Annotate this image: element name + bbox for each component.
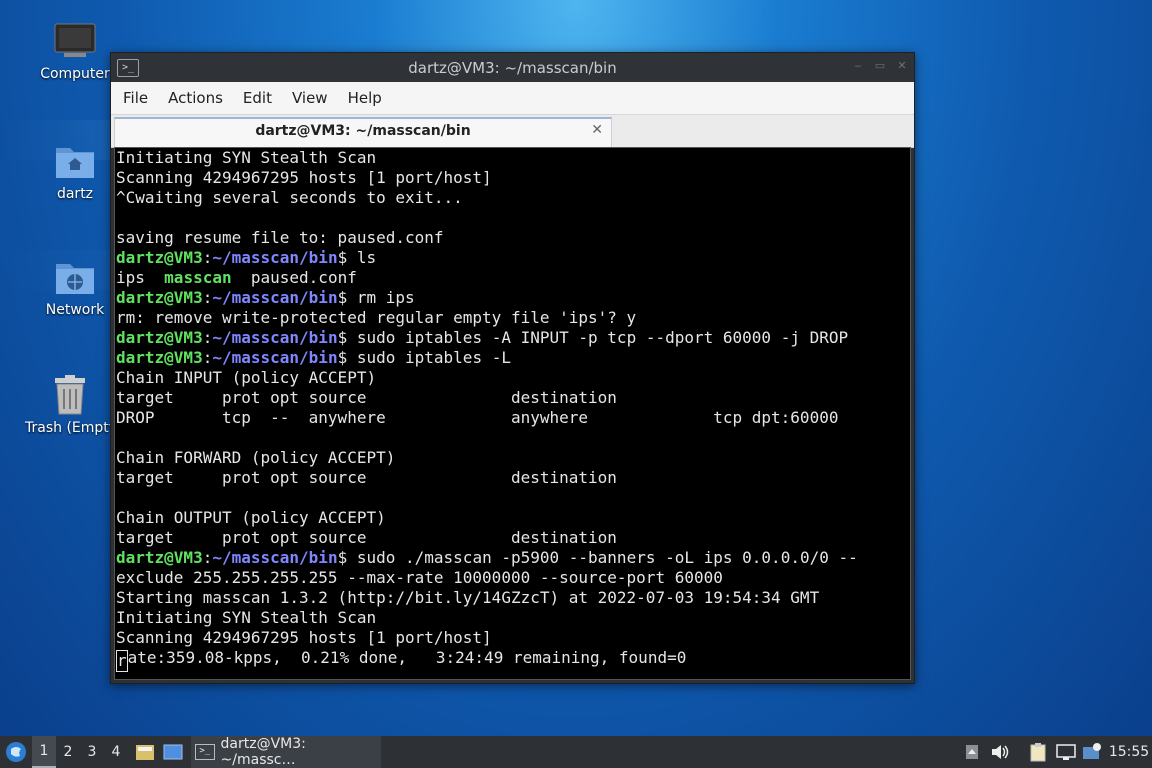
home-folder-icon — [54, 140, 96, 182]
progress-text: ate:359.08-kpps, 0.21% done, 3:24:49 rem… — [127, 648, 687, 667]
close-icon[interactable]: ✕ — [895, 59, 909, 73]
clock[interactable]: 15:55 — [1106, 736, 1152, 768]
network-status-icon[interactable] — [1054, 736, 1078, 768]
menu-actions[interactable]: Actions — [158, 89, 233, 107]
desktop-icon — [163, 744, 183, 760]
command-text: sudo iptables -L — [356, 348, 511, 367]
terminal-line: DROP tcp -- anywhere anywhere tcp dpt:60… — [116, 408, 839, 427]
terminal-line: ips masscan paused.conf — [116, 268, 910, 288]
prompt-user: dartz@VM3 — [116, 288, 203, 307]
terminal-line: Starting masscan 1.3.2 (http://bit.ly/14… — [116, 588, 820, 607]
command-text: sudo ./masscan -p5900 --banners -oL ips … — [356, 548, 858, 567]
start-menu-button[interactable] — [0, 736, 32, 768]
terminal-line: target prot opt source destination — [116, 468, 617, 487]
maximize-icon[interactable]: ▭ — [873, 59, 887, 73]
notifications-icon[interactable] — [1080, 736, 1104, 768]
terminal-cursor: r — [116, 650, 128, 672]
desktop-icon-label: Network — [45, 302, 105, 318]
terminal-text: Initiating SYN Stealth Scan Scanning 4294… — [115, 148, 910, 672]
prompt-user: dartz@VM3 — [116, 548, 203, 567]
terminal-line: rate:359.08-kpps, 0.21% done, 3:24:49 re… — [116, 648, 910, 672]
workspace-4[interactable]: 4 — [104, 736, 128, 768]
window-titlebar[interactable]: >_ dartz@VM3: ~/masscan/bin ‒ ▭ ✕ — [111, 53, 914, 82]
workspace-2[interactable]: 2 — [56, 736, 80, 768]
desktop-icon-computer[interactable]: Computer — [30, 22, 120, 82]
taskbar: 1 2 3 4 >_ dartz@VM3: ~/massc… 15:55 — [0, 736, 1152, 768]
terminal-line: dartz@VM3:~/masscan/bin$ sudo iptables -… — [116, 348, 511, 367]
terminal-line: rm: remove write-protected regular empty… — [116, 308, 637, 327]
terminal-line: Initiating SYN Stealth Scan — [116, 148, 377, 167]
menu-help[interactable]: Help — [338, 89, 392, 107]
terminal-line: Initiating SYN Stealth Scan — [116, 608, 377, 627]
window-title: dartz@VM3: ~/masscan/bin — [408, 59, 617, 77]
show-desktop-launcher[interactable] — [160, 736, 186, 768]
desktop-icon-label: Trash (Empty) — [25, 420, 113, 436]
minimize-icon[interactable]: ‒ — [851, 59, 865, 73]
tab-terminal[interactable]: dartz@VM3: ~/masscan/bin ✕ — [114, 117, 612, 148]
command-text: rm ips — [356, 288, 415, 307]
workspace-3[interactable]: 3 — [80, 736, 104, 768]
terminal-line: dartz@VM3:~/masscan/bin$ sudo ./masscan … — [116, 548, 858, 567]
menu-view[interactable]: View — [282, 89, 338, 107]
menu-bar: File Actions Edit View Help — [111, 82, 914, 115]
tab-close-icon[interactable]: ✕ — [591, 122, 603, 138]
tab-bar: dartz@VM3: ~/masscan/bin ✕ — [111, 115, 914, 148]
terminal-line: dartz@VM3:~/masscan/bin$ sudo iptables -… — [116, 328, 849, 347]
terminal-output[interactable]: Initiating SYN Stealth Scan Scanning 4294… — [114, 147, 911, 680]
ls-entry-executable: masscan — [164, 268, 232, 287]
terminal-line: Scanning 4294967295 hosts [1 port/host] — [116, 168, 492, 187]
workspace-1[interactable]: 1 — [32, 736, 56, 768]
menu-edit[interactable]: Edit — [233, 89, 282, 107]
terminal-line: dartz@VM3:~/masscan/bin$ rm ips — [116, 288, 415, 307]
prompt-path: ~/masscan/bin — [212, 348, 338, 367]
prompt-path: ~/masscan/bin — [212, 288, 338, 307]
prompt-user: dartz@VM3 — [116, 348, 203, 367]
command-text: sudo iptables -A INPUT -p tcp --dport 60… — [356, 328, 849, 347]
terminal-window: >_ dartz@VM3: ~/masscan/bin ‒ ▭ ✕ File A… — [110, 52, 915, 684]
terminal-line: target prot opt source destination — [116, 528, 617, 547]
prompt-path: ~/masscan/bin — [212, 328, 338, 347]
taskbar-terminal-task[interactable]: >_ dartz@VM3: ~/massc… — [191, 736, 381, 768]
ls-entry: ips — [116, 268, 145, 287]
task-label: dartz@VM3: ~/massc… — [220, 736, 306, 768]
prompt-user: dartz@VM3 — [116, 248, 203, 267]
computer-icon — [54, 22, 96, 62]
desktop-icon-home[interactable]: dartz — [30, 140, 120, 202]
app-menu-icon — [6, 742, 26, 762]
desktop-icon-label: Computer — [40, 66, 110, 82]
file-manager-icon — [136, 745, 154, 760]
command-text: ls — [356, 248, 377, 267]
tab-label: dartz@VM3: ~/masscan/bin — [255, 123, 471, 139]
file-manager-launcher[interactable] — [132, 736, 158, 768]
terminal-task-icon: >_ — [195, 744, 215, 760]
ls-entry: paused.conf — [250, 268, 357, 287]
terminal-line: target prot opt source destination — [116, 388, 617, 407]
prompt-user: dartz@VM3 — [116, 328, 203, 347]
volume-icon[interactable] — [988, 736, 1012, 768]
terminal-line: Chain OUTPUT (policy ACCEPT) — [116, 508, 386, 527]
desktop-icon-trash[interactable]: Trash (Empty) — [25, 374, 115, 436]
trash-icon — [51, 374, 89, 416]
terminal-line: dartz@VM3:~/masscan/bin$ ls — [116, 248, 377, 267]
prompt-path: ~/masscan/bin — [212, 548, 338, 567]
clipboard-icon[interactable] — [1026, 736, 1050, 768]
desktop-icon-label: dartz — [56, 186, 94, 202]
terminal-line: saving resume file to: paused.conf — [116, 228, 444, 247]
terminal-line: exclude 255.255.255.255 --max-rate 10000… — [116, 568, 723, 587]
terminal-line: Chain FORWARD (policy ACCEPT) — [116, 448, 396, 467]
terminal-line: Chain INPUT (policy ACCEPT) — [116, 368, 377, 387]
menu-file[interactable]: File — [113, 89, 158, 107]
terminal-line: ^Cwaiting several seconds to exit... — [116, 188, 463, 207]
network-folder-icon — [54, 256, 96, 298]
prompt-path: ~/masscan/bin — [212, 248, 338, 267]
terminal-line: Scanning 4294967295 hosts [1 port/host] — [116, 628, 492, 647]
scroll-up-icon[interactable] — [962, 736, 982, 768]
desktop-icon-network[interactable]: Network — [30, 256, 120, 318]
